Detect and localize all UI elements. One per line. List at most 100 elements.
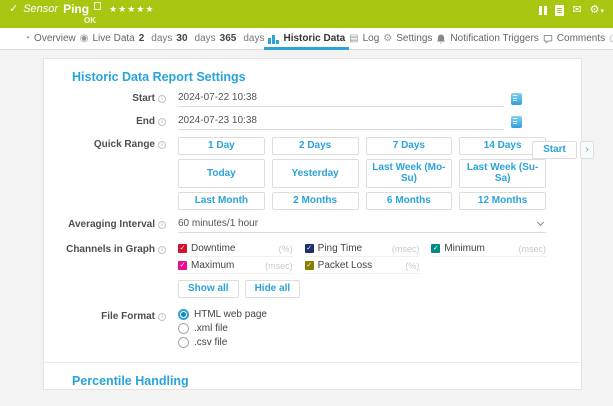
comment-icon	[543, 34, 553, 44]
quick-range-1-day[interactable]: 1 Day	[178, 137, 265, 155]
info-icon[interactable]: i	[158, 95, 166, 103]
tab-label: Notification Triggers	[450, 33, 538, 44]
channel-minimum[interactable]: ✓ Minimum (msec)	[431, 242, 546, 257]
channel-unit: (msec)	[392, 244, 420, 254]
tab-label: days	[151, 33, 172, 44]
tab-number: 2	[139, 33, 145, 44]
checkbox-checked-icon[interactable]: ✓	[305, 244, 314, 253]
label-text: End	[136, 116, 155, 127]
channel-name: Maximum	[191, 260, 261, 271]
sensor-flag-icon	[94, 2, 101, 10]
radio-icon[interactable]	[178, 337, 189, 348]
radio-label: .csv file	[194, 337, 227, 348]
quick-range-12-months[interactable]: 12 Months	[459, 192, 546, 210]
report-icon[interactable]	[555, 5, 564, 16]
averaging-interval-select[interactable]: 60 minutes/1 hour	[178, 217, 546, 233]
info-icon[interactable]: i	[158, 313, 166, 321]
tab-live-data[interactable]: ◉ Live Data	[78, 28, 137, 49]
file-format-csv-option[interactable]: .csv file	[178, 337, 546, 348]
channel-downtime[interactable]: ✓ Downtime (%)	[178, 242, 293, 257]
tab-history[interactable]: ◷ History	[607, 28, 613, 49]
checkbox-checked-icon[interactable]: ✓	[431, 244, 440, 253]
file-format-xml-option[interactable]: .xml file	[178, 323, 546, 334]
label-text: Start	[132, 93, 155, 104]
label-text: Channels in Graph	[66, 244, 155, 255]
channel-name: Packet Loss	[318, 260, 402, 271]
hide-all-button[interactable]: Hide all	[245, 280, 301, 298]
file-format-label: File Formati	[44, 309, 166, 322]
end-label: Endi	[44, 114, 166, 127]
tab-2-days[interactable]: 2 days	[137, 28, 175, 49]
quick-range-yesterday[interactable]: Yesterday	[272, 159, 359, 188]
show-all-button[interactable]: Show all	[178, 280, 239, 298]
sensor-header: ✓ Sensor Ping ★★★★★ OK ✉ ⚙ ▾	[0, 0, 613, 28]
file-format-row: File Formati HTML web page .xml file .cs…	[44, 309, 581, 351]
bell-icon	[436, 34, 446, 44]
section-title-report-settings: Historic Data Report Settings	[72, 70, 581, 84]
info-icon[interactable]: i	[158, 221, 166, 229]
tab-log[interactable]: ▤ Log	[347, 28, 381, 49]
channel-name: Minimum	[444, 243, 514, 254]
start-row: Starti 2024-07-22 10:38	[44, 91, 581, 107]
channel-ping-time[interactable]: ✓ Ping Time (msec)	[305, 242, 420, 257]
start-report-button[interactable]: Start	[532, 141, 577, 159]
checkbox-checked-icon[interactable]: ✓	[178, 261, 187, 270]
status-check-icon: ✓	[9, 3, 18, 16]
tab-comments[interactable]: Comments	[541, 28, 607, 49]
tab-notification-triggers[interactable]: Notification Triggers	[434, 28, 540, 49]
radio-selected-icon[interactable]	[178, 309, 189, 320]
file-format-html-option[interactable]: HTML web page	[178, 309, 546, 320]
status-badge: OK	[84, 16, 96, 25]
start-input[interactable]: 2024-07-22 10:38	[178, 91, 504, 107]
tab-label: days	[195, 33, 216, 44]
label-text: Quick Range	[94, 139, 155, 150]
end-row: Endi 2024-07-23 10:38	[44, 114, 581, 130]
historic-data-settings-card: Historic Data Report Settings Starti 202…	[43, 58, 582, 390]
quick-range-last-week-su-sa[interactable]: Last Week (Su-Sa)	[459, 159, 546, 188]
calendar-icon[interactable]	[511, 93, 522, 105]
pause-icon[interactable]	[539, 6, 547, 15]
channels-label: Channels in Graphi	[44, 242, 166, 255]
chevron-down-icon	[537, 219, 544, 226]
live-data-icon: ◉	[80, 34, 89, 44]
info-icon[interactable]: i	[158, 246, 166, 254]
radio-icon[interactable]	[178, 323, 189, 334]
info-icon[interactable]: i	[158, 118, 166, 126]
history-icon: ◷	[609, 34, 613, 44]
tab-30-days[interactable]: 30 days	[174, 28, 217, 49]
calendar-icon[interactable]	[511, 116, 522, 128]
checkbox-checked-icon[interactable]: ✓	[178, 244, 187, 253]
info-icon[interactable]: i	[158, 141, 166, 149]
channel-unit: (msec)	[265, 261, 293, 271]
quick-range-last-week-mo-su[interactable]: Last Week (Mo-Su)	[366, 159, 453, 188]
radio-label: .xml file	[194, 323, 228, 334]
quick-range-2-months[interactable]: 2 Months	[272, 192, 359, 210]
channel-unit: (%)	[405, 261, 419, 271]
tab-label: Historic Data	[283, 33, 345, 44]
end-input[interactable]: 2024-07-23 10:38	[178, 114, 504, 130]
quick-range-last-month[interactable]: Last Month	[178, 192, 265, 210]
priority-stars[interactable]: ★★★★★	[109, 3, 154, 16]
tab-historic-data[interactable]: Historic Data	[266, 28, 347, 49]
tab-settings[interactable]: ⚙ Settings	[381, 28, 434, 49]
settings-menu-button[interactable]: ⚙ ▾	[590, 5, 604, 16]
sensor-name[interactable]: Ping	[63, 3, 89, 16]
tab-365-days[interactable]: 365 days	[218, 28, 267, 49]
tab-label: days	[243, 33, 264, 44]
historic-data-icon	[268, 34, 279, 44]
channels-row: Channels in Graphi ✓ Downtime (%) ✓ Ping…	[44, 242, 581, 298]
log-icon: ▤	[349, 34, 358, 44]
channel-maximum[interactable]: ✓ Maximum (msec)	[178, 259, 293, 274]
mail-icon[interactable]: ✉	[572, 5, 581, 16]
quick-range-today[interactable]: Today	[178, 159, 265, 188]
expand-panel-button[interactable]: ›	[580, 141, 594, 159]
tab-number: 365	[220, 33, 237, 44]
tab-overview[interactable]: ◔ Overview	[22, 28, 78, 49]
radio-label: HTML web page	[194, 309, 267, 320]
quick-range-2-days[interactable]: 2 Days	[272, 137, 359, 155]
quick-range-6-months[interactable]: 6 Months	[366, 192, 453, 210]
quick-range-7-days[interactable]: 7 Days	[366, 137, 453, 155]
checkbox-checked-icon[interactable]: ✓	[305, 261, 314, 270]
label-text: File Format	[101, 311, 155, 322]
channel-packet-loss[interactable]: ✓ Packet Loss (%)	[305, 259, 420, 274]
